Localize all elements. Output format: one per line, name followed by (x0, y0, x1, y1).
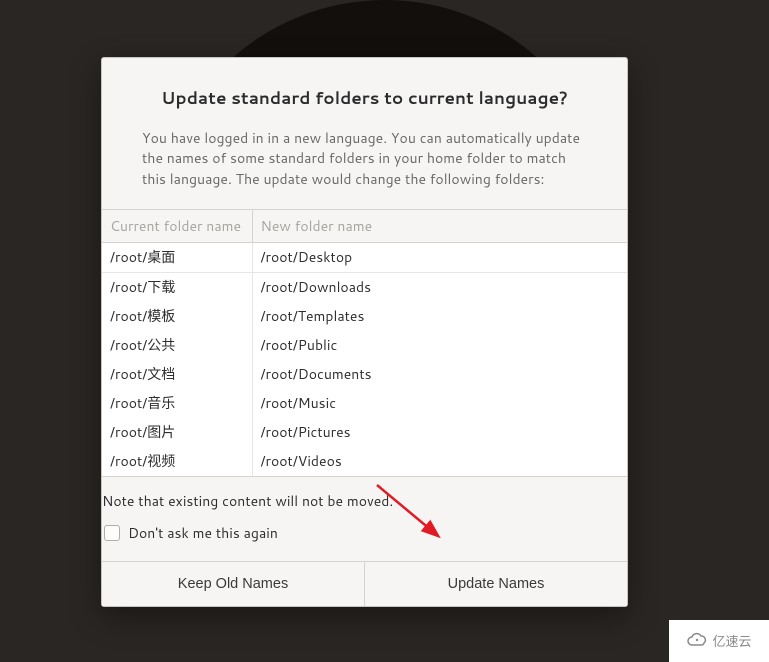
dialog-buttons: Keep Old Names Update Names (102, 561, 627, 606)
table-row[interactable]: /root/模板/root/Templates (102, 302, 627, 331)
update-names-button[interactable]: Update Names (365, 562, 627, 606)
cell-new: /root/Downloads (252, 272, 627, 302)
cloud-icon (686, 632, 708, 650)
table-row[interactable]: /root/下载/root/Downloads (102, 272, 627, 302)
cell-current: /root/音乐 (102, 389, 252, 418)
keep-old-names-button[interactable]: Keep Old Names (102, 562, 365, 606)
dont-ask-label: Don't ask me this again (128, 523, 278, 543)
folder-table: Current folder name New folder name /roo… (102, 209, 627, 477)
col-current[interactable]: Current folder name (102, 210, 252, 243)
table-row[interactable]: /root/音乐/root/Music (102, 389, 627, 418)
update-folders-dialog: Update standard folders to current langu… (101, 57, 628, 607)
dialog-title: Update standard folders to current langu… (142, 86, 587, 110)
cell-current: /root/视频 (102, 447, 252, 476)
table-row[interactable]: /root/视频/root/Videos (102, 447, 627, 476)
cell-current: /root/桌面 (102, 242, 252, 272)
cell-current: /root/文档 (102, 360, 252, 389)
cell-new: /root/Music (252, 389, 627, 418)
table-row[interactable]: /root/桌面/root/Desktop (102, 242, 627, 272)
note-text: Note that existing content will not be m… (102, 477, 627, 519)
cell-current: /root/模板 (102, 302, 252, 331)
cell-new: /root/Public (252, 331, 627, 360)
watermark: 亿速云 (669, 620, 769, 662)
cell-new: /root/Pictures (252, 418, 627, 447)
dont-ask-checkbox[interactable] (104, 525, 120, 541)
cell-new: /root/Templates (252, 302, 627, 331)
watermark-text: 亿速云 (712, 631, 751, 651)
table-row[interactable]: /root/公共/root/Public (102, 331, 627, 360)
table-row[interactable]: /root/文档/root/Documents (102, 360, 627, 389)
cell-current: /root/下载 (102, 272, 252, 302)
table-row[interactable]: /root/图片/root/Pictures (102, 418, 627, 447)
col-new[interactable]: New folder name (252, 210, 627, 243)
cell-current: /root/公共 (102, 331, 252, 360)
dont-ask-row: Don't ask me this again (104, 519, 627, 561)
cell-new: /root/Videos (252, 447, 627, 476)
cell-new: /root/Documents (252, 360, 627, 389)
cell-new: /root/Desktop (252, 242, 627, 272)
cell-current: /root/图片 (102, 418, 252, 447)
dialog-description: You have logged in in a new language. Yo… (142, 128, 587, 189)
